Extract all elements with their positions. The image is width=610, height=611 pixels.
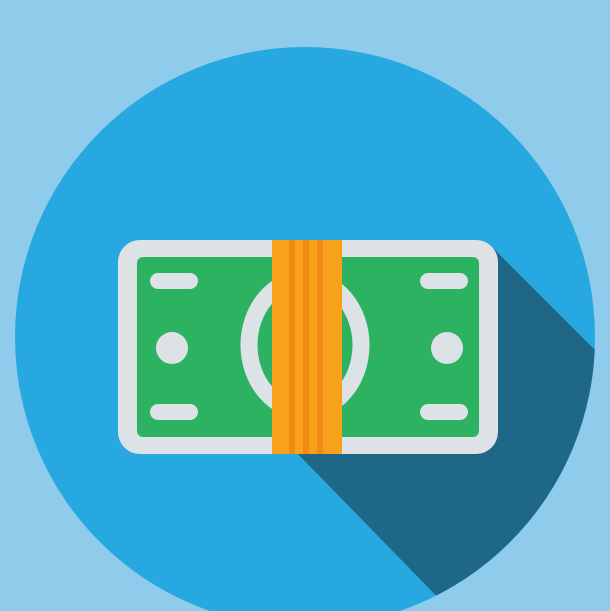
side-dot-right [431, 332, 463, 364]
band-stripe-gap-2 [303, 240, 309, 454]
band-stripe-gap-3 [317, 240, 323, 454]
icon-canvas [15, 47, 595, 611]
band-stripe-gap-1 [289, 240, 295, 454]
money-band-icon [272, 240, 342, 454]
money-icon-illustration [0, 0, 610, 611]
money-bill-icon [118, 240, 498, 454]
corner-bar-bottom-right [420, 404, 468, 420]
corner-bar-top-right [420, 273, 468, 289]
side-dot-left [156, 332, 188, 364]
corner-bar-top-left [150, 273, 198, 289]
corner-bar-bottom-left [150, 404, 198, 420]
